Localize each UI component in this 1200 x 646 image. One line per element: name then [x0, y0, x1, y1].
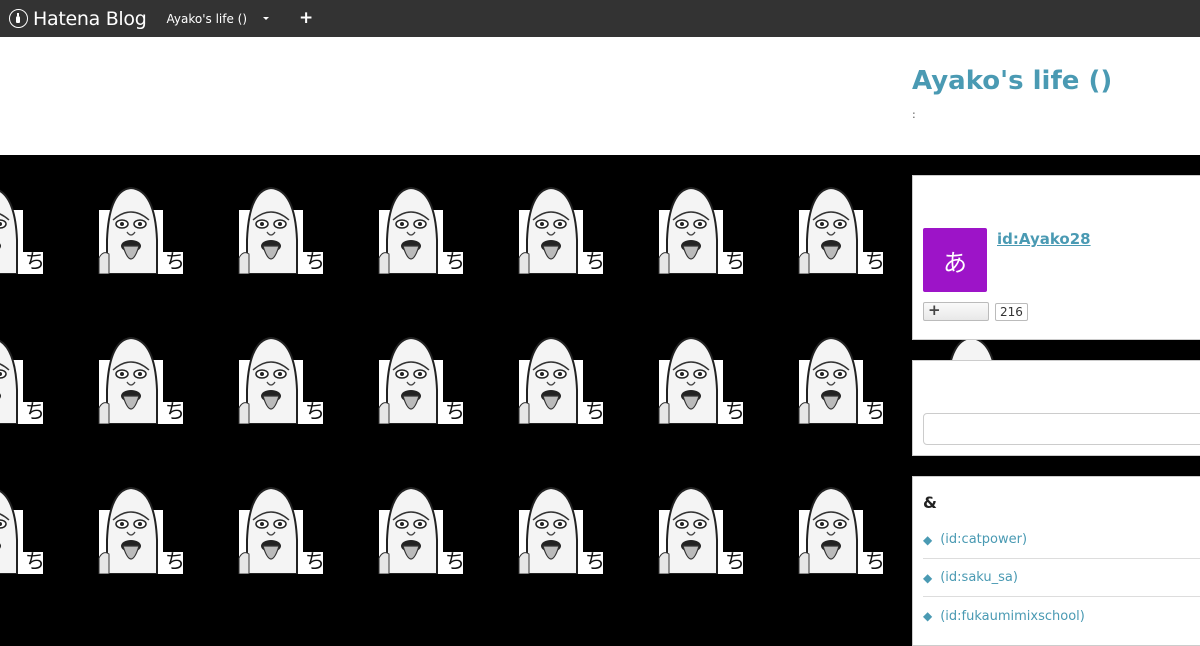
- logo-text: Hatena Blog: [33, 7, 147, 30]
- caret-down-icon: [263, 17, 270, 20]
- svg-text:ち: ち: [865, 249, 883, 273]
- blog-description: :: [912, 108, 916, 121]
- svg-text:ち: ち: [725, 399, 743, 423]
- svg-text:ち: ち: [585, 549, 603, 573]
- list-item[interactable]: ◆ (id:saku_sa): [923, 559, 1200, 597]
- wallpaper-face-tile: ち: [0, 330, 43, 424]
- list-item[interactable]: ◆ (id:catpower): [923, 521, 1200, 559]
- svg-text:ち: ち: [725, 549, 743, 573]
- svg-text:ち: ち: [25, 249, 43, 273]
- svg-text:ち: ち: [305, 549, 323, 573]
- svg-text:ち: ち: [725, 249, 743, 273]
- svg-text:ち: ち: [585, 399, 603, 423]
- avatar[interactable]: あ: [923, 228, 987, 292]
- wallpaper-face-tile: ち: [359, 480, 463, 574]
- svg-text:ち: ち: [445, 249, 463, 273]
- hatena-logo-icon: [9, 9, 28, 28]
- wallpaper-face-tile: ち: [359, 330, 463, 424]
- diamond-icon: ◆: [923, 532, 933, 547]
- links-list: ◆ (id:catpower) ◆ (id:saku_sa) ◆ (id:fuk…: [923, 521, 1200, 635]
- svg-text:ち: ち: [445, 399, 463, 423]
- svg-text:ち: ち: [865, 399, 883, 423]
- wallpaper-face-tile: ち: [779, 480, 883, 574]
- wallpaper-face-tile: ち: [219, 480, 323, 574]
- wallpaper-face-tile: ち: [79, 480, 183, 574]
- search-module: [912, 360, 1200, 456]
- blog-header: Ayako's life () :: [0, 37, 1200, 155]
- svg-text:ち: ち: [585, 249, 603, 273]
- link-label: (id:saku_sa): [940, 570, 1018, 585]
- wallpaper-face-tile: ち: [219, 180, 323, 274]
- blog-title[interactable]: Ayako's life (): [912, 66, 1112, 96]
- new-post-button[interactable]: +: [299, 10, 313, 27]
- subscriber-count: 216: [995, 303, 1028, 321]
- link-label: (id:catpower): [940, 532, 1028, 547]
- wallpaper-face-tile: ち: [219, 330, 323, 424]
- svg-text:ち: ち: [165, 249, 183, 273]
- svg-text:ち: ち: [165, 549, 183, 573]
- wallpaper-face-tile: ち: [639, 180, 743, 274]
- links-module-title: &: [923, 493, 937, 512]
- wallpaper-face-tile: ち: [779, 180, 883, 274]
- hatena-blog-logo[interactable]: Hatena Blog: [9, 0, 147, 37]
- wallpaper-face-tile: ち: [639, 330, 743, 424]
- blog-selector-dropdown[interactable]: Ayako's life (): [167, 12, 270, 26]
- svg-text:ち: ち: [25, 399, 43, 423]
- wallpaper-face-tile: ち: [499, 330, 603, 424]
- svg-text:ち: ち: [165, 399, 183, 423]
- hatena-topbar: Hatena Blog Ayako's life () +: [0, 0, 1200, 37]
- profile-module: あ id:Ayako28 + 216: [912, 175, 1200, 340]
- links-module: & ◆ (id:catpower) ◆ (id:saku_sa) ◆ (id:f…: [912, 476, 1200, 646]
- svg-text:ち: ち: [25, 549, 43, 573]
- svg-text:ち: ち: [305, 249, 323, 273]
- svg-text:ち: ち: [445, 549, 463, 573]
- search-input[interactable]: [923, 413, 1200, 445]
- wallpaper-face-tile: ち: [0, 180, 43, 274]
- wallpaper-face-tile: ち: [779, 330, 883, 424]
- wallpaper-face-tile: ち: [639, 480, 743, 574]
- wallpaper-face-tile: ち: [79, 180, 183, 274]
- wallpaper-face-tile: ち: [499, 180, 603, 274]
- wallpaper-face-tile: ち: [0, 480, 43, 574]
- plus-icon: +: [928, 301, 941, 319]
- diamond-icon: ◆: [923, 570, 933, 585]
- wallpaper-face-tile: ち: [359, 180, 463, 274]
- svg-text:ち: ち: [305, 399, 323, 423]
- wallpaper-face-tile: ち: [499, 480, 603, 574]
- subscribe-button[interactable]: +: [923, 301, 989, 321]
- blog-selector-label: Ayako's life (): [166, 11, 248, 26]
- svg-text:ち: ち: [865, 549, 883, 573]
- wallpaper-face-tile: ち: [79, 330, 183, 424]
- profile-id-link[interactable]: id:Ayako28: [997, 230, 1091, 248]
- link-label: (id:fukaumimixschool): [940, 608, 1085, 624]
- diamond-icon: ◆: [923, 609, 933, 623]
- list-item[interactable]: ◆ (id:fukaumimixschool): [923, 597, 1200, 635]
